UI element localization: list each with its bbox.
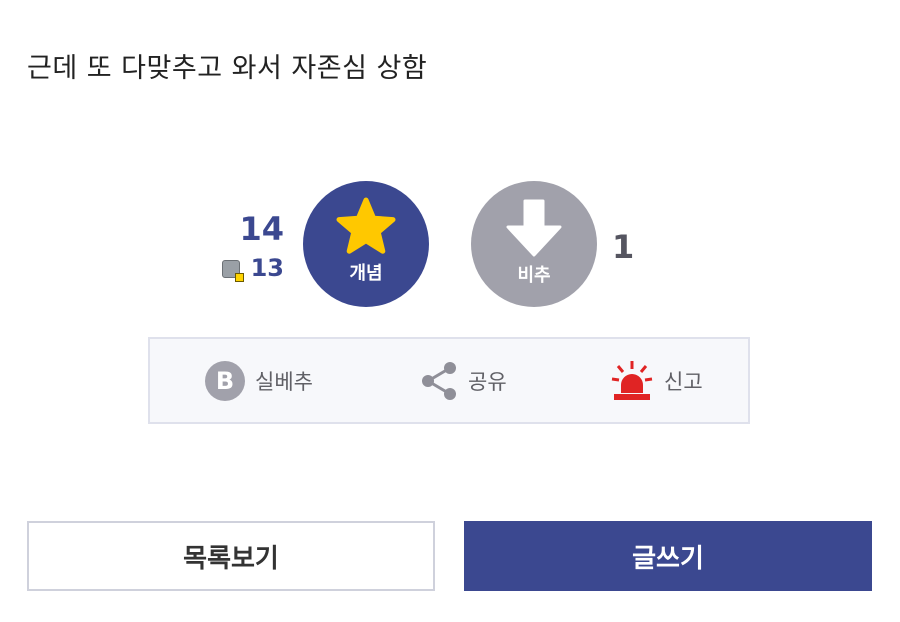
- best-recommend-button[interactable]: B 실베추: [205, 339, 313, 422]
- fixed-nick-icon: [222, 260, 244, 282]
- share-button[interactable]: 공유: [420, 339, 507, 422]
- alarm-siren-icon: [611, 360, 653, 400]
- share-icon: [422, 361, 456, 400]
- list-view-button[interactable]: 목록보기: [27, 521, 435, 591]
- fixed-upvote-count: 13: [250, 254, 284, 282]
- arrow-down-icon: [506, 199, 562, 257]
- best-recommend-label: 실베추: [255, 369, 313, 394]
- upvote-label: 개념: [349, 263, 383, 284]
- upvote-button[interactable]: 개념: [303, 181, 429, 307]
- downvote-button[interactable]: 비추: [471, 181, 597, 307]
- fixed-upvote-row: 13: [218, 254, 284, 284]
- downvote-count: 1: [612, 228, 635, 266]
- share-label: 공유: [468, 369, 507, 394]
- star-icon: [336, 197, 396, 254]
- best-badge-icon: B: [205, 360, 245, 401]
- upvote-count: 14: [239, 210, 284, 248]
- write-post-button[interactable]: 글쓰기: [464, 521, 872, 591]
- action-bar: B 실베추 공유 신고: [148, 337, 750, 424]
- downvote-label: 비추: [517, 265, 551, 286]
- report-button[interactable]: 신고: [610, 339, 703, 422]
- report-label: 신고: [664, 369, 703, 394]
- recommend-area: 14 13 개념 비추 1: [0, 0, 900, 330]
